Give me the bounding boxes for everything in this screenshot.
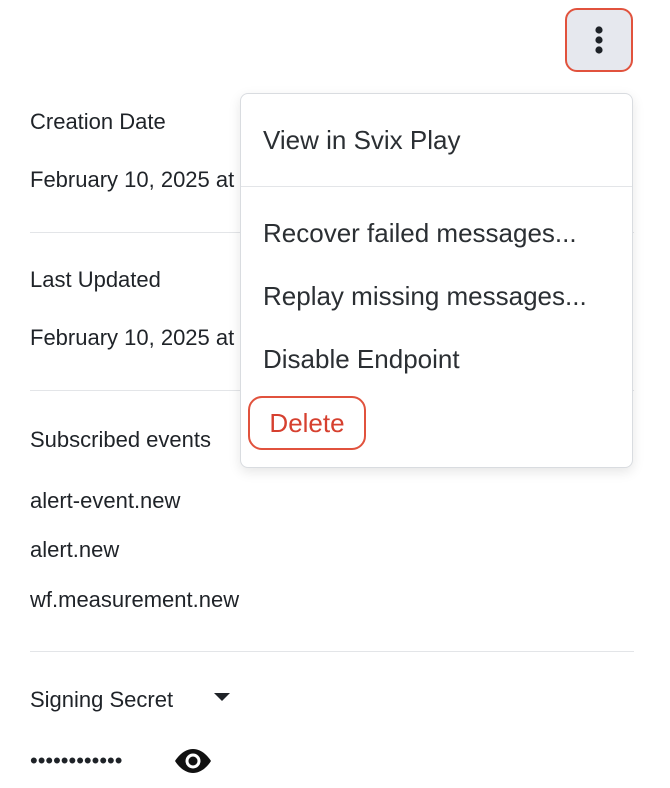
options-menu: View in Svix Play Recover failed message… [240, 93, 633, 468]
more-vertical-icon [595, 26, 603, 54]
recover-failed-messages-item[interactable]: Recover failed messages... [263, 218, 577, 249]
signing-secret-label: Signing Secret [30, 687, 174, 712]
divider [30, 651, 634, 652]
disable-endpoint-item[interactable]: Disable Endpoint [263, 344, 460, 375]
more-options-button[interactable] [565, 8, 633, 72]
view-in-svix-play-item[interactable]: View in Svix Play [263, 125, 461, 156]
subscribed-events-label: Subscribed events [30, 427, 211, 452]
delete-item[interactable]: Delete [248, 396, 366, 450]
last-updated-label: Last Updated [30, 267, 161, 292]
signing-secret-value: •••••••••••• [30, 748, 123, 773]
creation-date-label: Creation Date [30, 109, 166, 134]
caret-down-icon[interactable] [214, 693, 230, 701]
event-item: wf.measurement.new [30, 587, 240, 612]
replay-missing-messages-item[interactable]: Replay missing messages... [263, 281, 587, 312]
event-item: alert.new [30, 537, 120, 562]
menu-divider [241, 186, 632, 187]
event-item: alert-event.new [30, 488, 181, 513]
eye-icon[interactable] [172, 746, 214, 776]
